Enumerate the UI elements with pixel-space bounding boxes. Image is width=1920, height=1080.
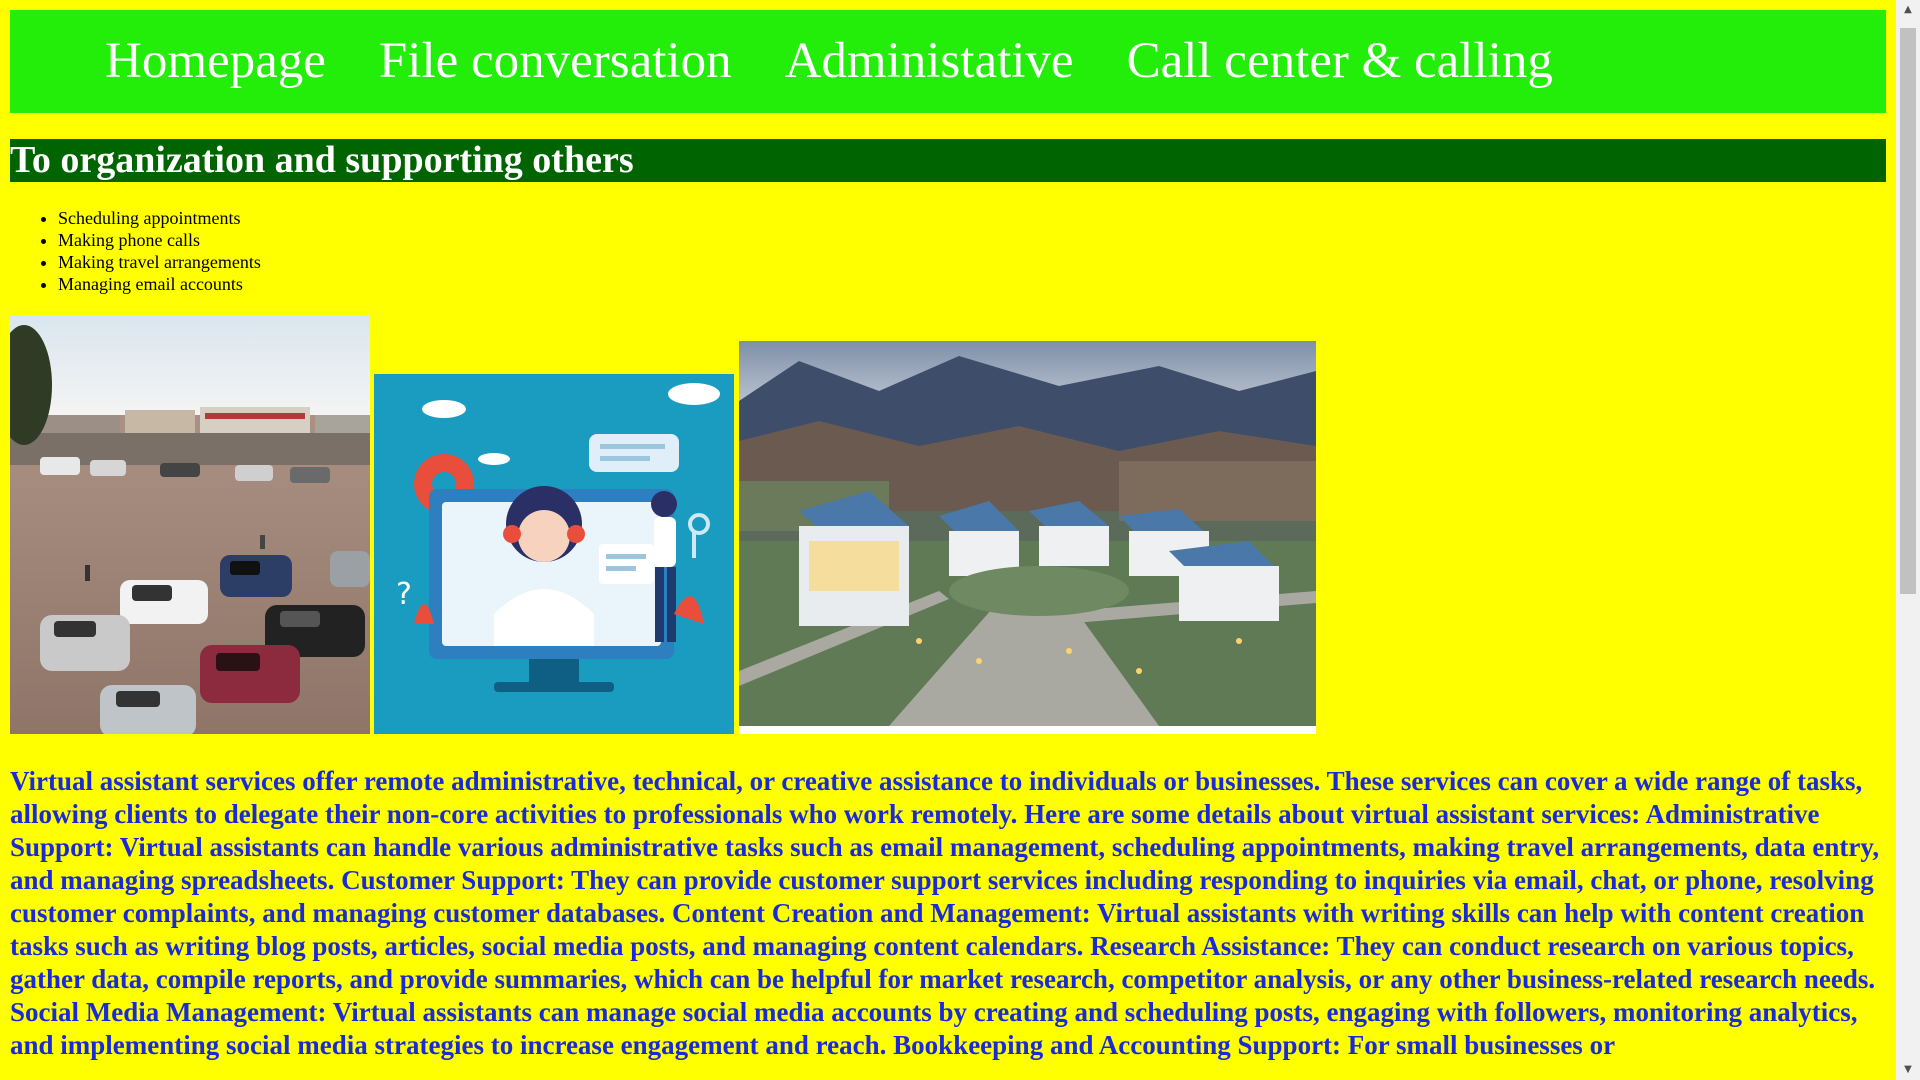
list-item: Making travel arrangements xyxy=(58,251,1896,273)
list-item: Scheduling appointments xyxy=(58,207,1896,229)
top-navigation: Homepage File conversation Administative… xyxy=(10,10,1886,113)
nav-file-conversation-link[interactable]: File conversation xyxy=(379,36,732,87)
street-parking-photo xyxy=(10,315,370,735)
task-list: Scheduling appointments Making phone cal… xyxy=(10,207,1896,295)
campus-building-photo xyxy=(739,341,1316,735)
vertical-scrollbar[interactable]: ▲ ▼ xyxy=(1896,0,1920,1080)
nav-call-center-link[interactable]: Call center & calling xyxy=(1127,36,1553,87)
image-gallery: ? xyxy=(10,315,1896,735)
scrollbar-thumb[interactable] xyxy=(1900,28,1916,594)
list-item: Managing email accounts xyxy=(58,273,1896,295)
scroll-down-arrow-icon[interactable]: ▼ xyxy=(1896,1060,1920,1080)
scroll-up-arrow-icon[interactable]: ▲ xyxy=(1896,0,1920,20)
nav-homepage-link[interactable]: Homepage xyxy=(105,36,326,87)
list-item: Making phone calls xyxy=(58,229,1896,251)
svg-text:?: ? xyxy=(396,577,412,612)
call-center-illustration: ? xyxy=(374,374,734,735)
nav-administative-link[interactable]: Administative xyxy=(785,36,1074,87)
page-heading: To organization and supporting others xyxy=(10,139,1886,182)
page: Homepage File conversation Administative… xyxy=(0,0,1896,1080)
services-description: Virtual assistant services offer remote … xyxy=(10,766,1880,1061)
